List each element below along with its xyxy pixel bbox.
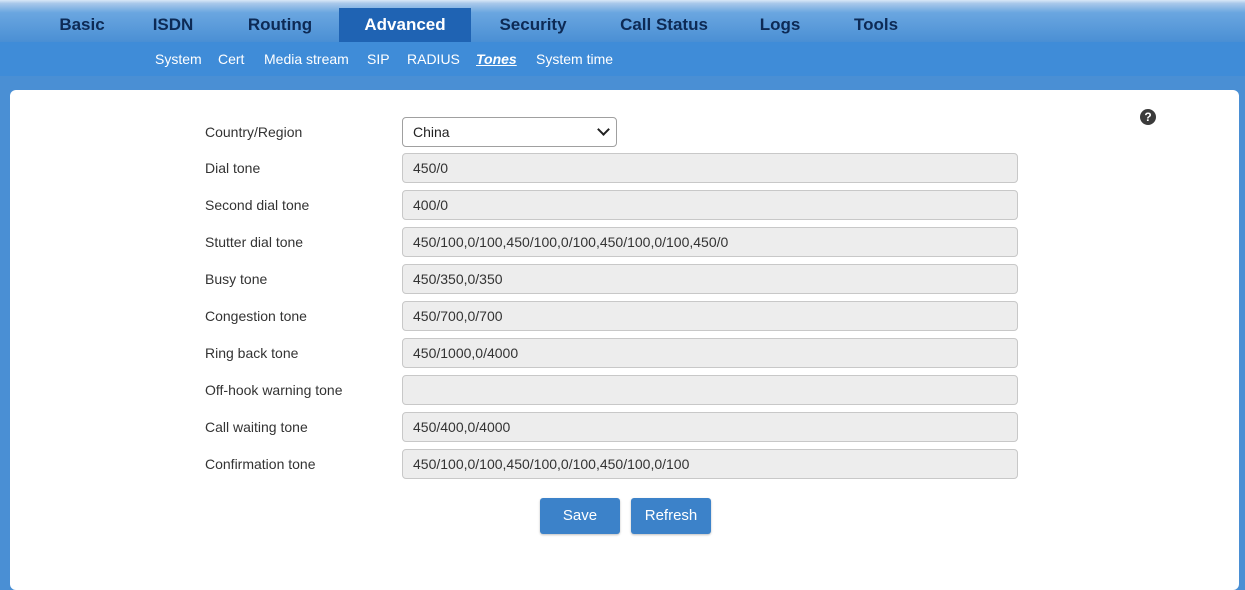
sub-nav: System Cert Media stream SIP RADIUS Tone…: [0, 42, 1245, 76]
country-region-label: Country/Region: [205, 124, 303, 140]
subnav-media-stream[interactable]: Media stream: [264, 42, 349, 76]
stutter-dial-tone-label: Stutter dial tone: [205, 234, 304, 250]
second-dial-tone-field[interactable]: 400/0: [402, 190, 1018, 220]
subnav-sip[interactable]: SIP: [367, 42, 390, 76]
tab-advanced[interactable]: Advanced: [339, 8, 471, 42]
save-button[interactable]: Save: [540, 498, 620, 534]
tab-tools[interactable]: Tools: [848, 8, 904, 42]
tab-call-status[interactable]: Call Status: [614, 8, 714, 42]
congestion-tone-field[interactable]: 450/700,0/700: [402, 301, 1018, 331]
stutter-dial-tone-field[interactable]: 450/100,0/100,450/100,0/100,450/100,0/10…: [402, 227, 1018, 257]
country-region-select[interactable]: China: [402, 117, 617, 147]
subnav-system[interactable]: System: [155, 42, 202, 76]
subnav-system-time[interactable]: System time: [536, 42, 613, 76]
dial-tone-label: Dial tone: [205, 160, 261, 176]
refresh-button[interactable]: Refresh: [631, 498, 711, 534]
subnav-radius[interactable]: RADIUS: [407, 42, 460, 76]
tab-isdn[interactable]: ISDN: [148, 8, 198, 42]
call-waiting-tone-field[interactable]: 450/400,0/4000: [402, 412, 1018, 442]
call-waiting-tone-label: Call waiting tone: [205, 419, 308, 435]
confirmation-tone-label: Confirmation tone: [205, 456, 316, 472]
subnav-cert[interactable]: Cert: [218, 42, 244, 76]
tab-basic[interactable]: Basic: [52, 8, 112, 42]
off-hook-warning-tone-label: Off-hook warning tone: [205, 382, 343, 398]
subnav-tones[interactable]: Tones: [476, 42, 517, 76]
tab-routing[interactable]: Routing: [240, 8, 320, 42]
chevron-down-icon: [597, 123, 610, 136]
congestion-tone-label: Congestion tone: [205, 308, 307, 324]
second-dial-tone-label: Second dial tone: [205, 197, 310, 213]
tab-logs[interactable]: Logs: [755, 8, 805, 42]
busy-tone-field[interactable]: 450/350,0/350: [402, 264, 1018, 294]
tab-security[interactable]: Security: [492, 8, 574, 42]
confirmation-tone-field[interactable]: 450/100,0/100,450/100,0/100,450/100,0/10…: [402, 449, 1018, 479]
busy-tone-label: Busy tone: [205, 271, 268, 287]
ring-back-tone-label: Ring back tone: [205, 345, 299, 361]
country-region-value: China: [413, 124, 450, 140]
question-circle-icon[interactable]: ?: [1140, 109, 1156, 125]
ring-back-tone-field[interactable]: 450/1000,0/4000: [402, 338, 1018, 368]
off-hook-warning-tone-field[interactable]: [402, 375, 1018, 405]
main-nav: Basic ISDN Routing Advanced Security Cal…: [0, 8, 1245, 42]
dial-tone-field[interactable]: 450/0: [402, 153, 1018, 183]
